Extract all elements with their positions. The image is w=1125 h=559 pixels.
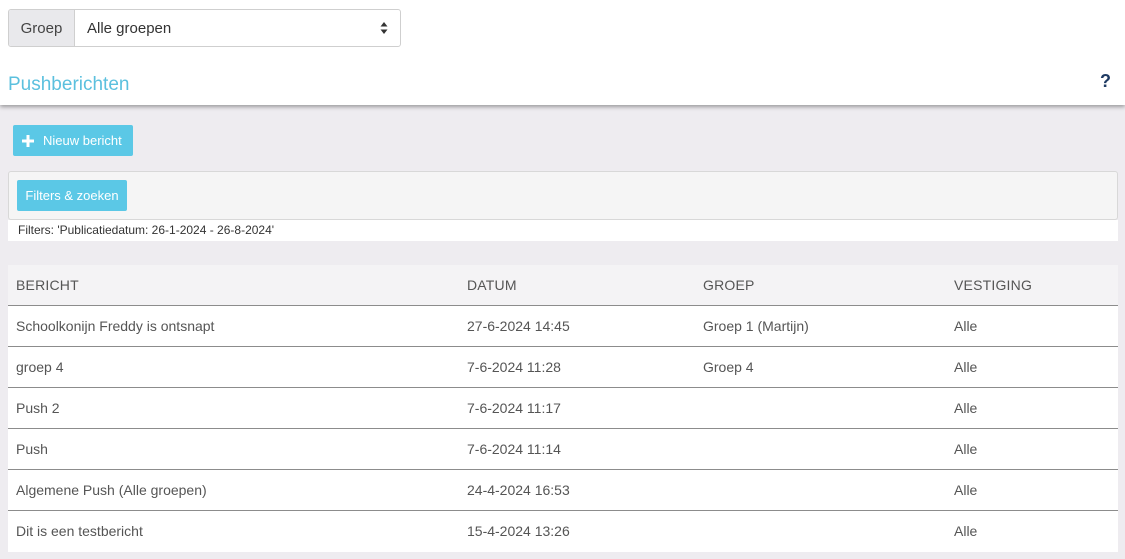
cell-bericht: Schoolkonijn Freddy is ontsnapt bbox=[16, 318, 215, 334]
new-message-button[interactable]: Nieuw bericht bbox=[13, 125, 133, 156]
cell-bericht: Algemene Push (Alle groepen) bbox=[16, 482, 207, 498]
cell-datum: 7-6-2024 11:17 bbox=[467, 400, 561, 416]
new-message-label: Nieuw bericht bbox=[43, 133, 122, 148]
cell-bericht: groep 4 bbox=[16, 359, 64, 375]
cell-datum: 7-6-2024 11:28 bbox=[467, 359, 561, 375]
sort-arrows-icon bbox=[380, 22, 388, 34]
cell-datum: 27-6-2024 14:45 bbox=[467, 318, 570, 334]
cell-vestiging: Alle bbox=[954, 523, 978, 539]
filters-search-button[interactable]: Filters & zoeken bbox=[17, 180, 127, 211]
cell-vestiging: Alle bbox=[954, 359, 978, 375]
group-select[interactable]: Groep Alle groepen bbox=[8, 9, 401, 47]
cell-bericht: Push 2 bbox=[16, 400, 60, 416]
page-header: Groep Alle groepen Pushberichten ? bbox=[0, 0, 1125, 105]
filter-panel: Filters & zoeken bbox=[8, 171, 1118, 220]
column-header-datum[interactable]: DATUM bbox=[467, 265, 517, 306]
cell-datum: 24-4-2024 16:53 bbox=[467, 482, 570, 498]
page-title: Pushberichten bbox=[8, 74, 130, 95]
group-select-label: Groep bbox=[9, 10, 75, 46]
cell-bericht: Push bbox=[16, 441, 48, 457]
cell-datum: 15-4-2024 13:26 bbox=[467, 523, 570, 539]
table-header: BERICHT DATUM GROEP VESTIGING bbox=[8, 265, 1118, 306]
table-row[interactable]: Push 2 7-6-2024 11:17 Alle bbox=[8, 388, 1118, 429]
active-filters-text: Filters: 'Publicatiedatum: 26-1-2024 - 2… bbox=[8, 220, 1118, 241]
column-header-vestiging[interactable]: VESTIGING bbox=[954, 265, 1032, 306]
cell-vestiging: Alle bbox=[954, 400, 978, 416]
table-row[interactable]: Push 7-6-2024 11:14 Alle bbox=[8, 429, 1118, 470]
messages-table: BERICHT DATUM GROEP VESTIGING Schoolkoni… bbox=[8, 265, 1118, 552]
table-row[interactable]: Schoolkonijn Freddy is ontsnapt 27-6-202… bbox=[8, 306, 1118, 347]
column-header-bericht[interactable]: BERICHT bbox=[16, 265, 79, 306]
group-select-value[interactable]: Alle groepen bbox=[75, 10, 400, 46]
plus-icon bbox=[22, 134, 34, 147]
cell-vestiging: Alle bbox=[954, 318, 978, 334]
group-select-selected: Alle groepen bbox=[87, 19, 172, 37]
cell-vestiging: Alle bbox=[954, 482, 978, 498]
table-row[interactable]: Algemene Push (Alle groepen) 24-4-2024 1… bbox=[8, 470, 1118, 511]
cell-groep: Groep 4 bbox=[703, 359, 754, 375]
cell-groep: Groep 1 (Martijn) bbox=[703, 318, 809, 334]
cell-vestiging: Alle bbox=[954, 441, 978, 457]
cell-bericht: Dit is een testbericht bbox=[16, 523, 143, 539]
cell-datum: 7-6-2024 11:14 bbox=[467, 441, 561, 457]
question-icon[interactable]: ? bbox=[1100, 71, 1111, 92]
table-row[interactable]: Dit is een testbericht 15-4-2024 13:26 A… bbox=[8, 511, 1118, 552]
table-row[interactable]: groep 4 7-6-2024 11:28 Groep 4 Alle bbox=[8, 347, 1118, 388]
column-header-groep[interactable]: GROEP bbox=[703, 265, 755, 306]
